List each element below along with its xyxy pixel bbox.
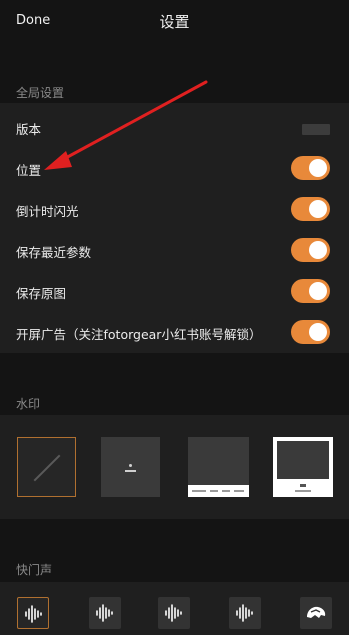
shutter-sound-option-3[interactable] bbox=[158, 597, 190, 629]
watermark-strip bbox=[188, 485, 249, 497]
mute-shell-icon bbox=[307, 606, 326, 618]
shutter-sound-option-4[interactable] bbox=[229, 597, 261, 629]
sound-wave-icon bbox=[165, 604, 182, 622]
frame-photo-area bbox=[277, 441, 329, 479]
sound-wave-icon bbox=[236, 604, 253, 622]
sound-wave-icon bbox=[25, 605, 42, 623]
watermark-white-frame-option[interactable] bbox=[273, 437, 333, 497]
section-label-shutter-sound: 快门声 bbox=[16, 563, 53, 577]
watermark-none-option[interactable] bbox=[17, 437, 76, 497]
sound-wave-icon bbox=[96, 604, 113, 622]
frame-logo bbox=[300, 484, 306, 487]
watermark-dot-caption-option[interactable] bbox=[101, 437, 160, 497]
frame-caption bbox=[295, 490, 311, 492]
shutter-sound-option-2[interactable] bbox=[89, 597, 121, 629]
caption-dot bbox=[129, 464, 132, 467]
section-label-watermark: 水印 bbox=[16, 397, 41, 411]
red-arrow-annotation bbox=[44, 80, 208, 170]
watermark-bottom-strip-option[interactable] bbox=[188, 437, 249, 497]
shutter-sound-option-5[interactable] bbox=[300, 597, 332, 629]
caption-line bbox=[125, 470, 136, 472]
shutter-sound-option-1[interactable] bbox=[17, 597, 49, 629]
no-watermark-icon bbox=[33, 454, 61, 482]
